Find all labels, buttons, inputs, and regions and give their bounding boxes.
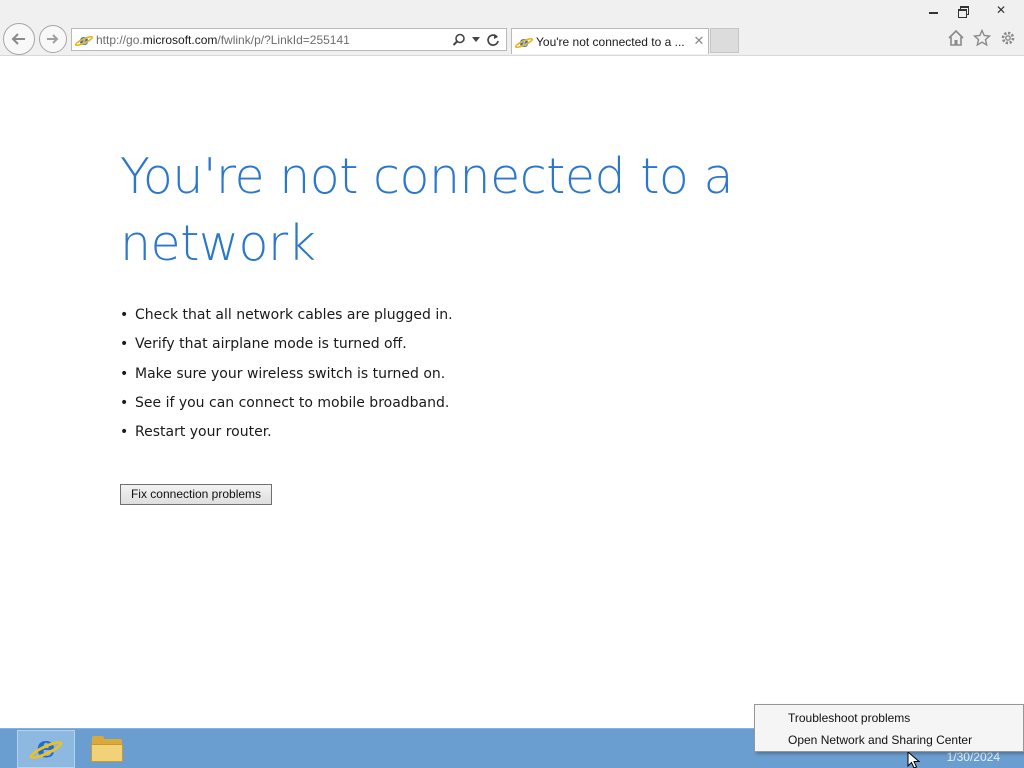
taskbar-file-explorer[interactable]	[90, 733, 124, 765]
tab-ie-favicon-icon: e	[513, 34, 535, 50]
network-context-menu: Troubleshoot problems Open Network and S…	[754, 704, 1024, 752]
list-item: • Restart your router.	[120, 424, 272, 441]
menu-item-troubleshoot[interactable]: Troubleshoot problems	[755, 707, 1023, 729]
new-tab-button[interactable]	[710, 28, 739, 53]
url-text[interactable]: http://go.microsoft.com/fwlink/p/?LinkId…	[96, 33, 452, 47]
menu-item-network-sharing-center[interactable]: Open Network and Sharing Center	[755, 729, 1023, 751]
taskbar-internet-explorer[interactable]: e	[17, 730, 75, 768]
restore-icon	[958, 5, 969, 18]
home-button[interactable]	[946, 27, 966, 49]
address-bar[interactable]: e http://go.microsoft.com/fwlink/p/?Link…	[71, 28, 507, 51]
restore-button[interactable]	[948, 0, 978, 20]
ie-favicon-icon: e	[73, 32, 95, 48]
mouse-cursor-icon	[907, 752, 921, 768]
browser-chrome: ✕ e http://go.microsoft.com/fwlink/p/?Li…	[0, 0, 1024, 56]
tools-button[interactable]	[998, 27, 1018, 49]
search-icon[interactable]	[452, 33, 466, 47]
forward-button[interactable]	[39, 25, 67, 53]
chevron-down-icon[interactable]	[472, 36, 480, 43]
page-title: You're not connected to a network	[120, 148, 734, 272]
list-item: • Make sure your wireless switch is turne…	[120, 365, 446, 382]
back-arrow-icon	[11, 33, 25, 45]
clock-date[interactable]: 1/30/2024	[947, 750, 1000, 764]
home-icon	[948, 29, 964, 46]
refresh-icon[interactable]	[486, 33, 500, 47]
forward-arrow-icon	[47, 34, 59, 44]
minimize-button[interactable]	[918, 0, 948, 20]
gear-icon	[1001, 31, 1015, 45]
close-icon: ✕	[995, 3, 1007, 17]
browser-tab[interactable]: e You're not connected to a ... ✕	[511, 28, 709, 54]
internet-explorer-icon: e	[27, 731, 65, 765]
minimize-icon	[928, 12, 938, 14]
tab-title: You're not connected to a ...	[536, 34, 685, 49]
list-item: • Verify that airplane mode is turned off…	[120, 336, 407, 353]
tab-close-icon[interactable]: ✕	[690, 34, 708, 49]
favorites-button[interactable]	[972, 27, 992, 49]
back-button[interactable]	[3, 23, 35, 55]
fix-connection-button[interactable]: Fix connection problems	[120, 484, 272, 505]
tips-list: • Check that all network cables are plugg…	[120, 301, 453, 447]
star-icon	[973, 29, 991, 47]
close-window-button[interactable]: ✕	[978, 0, 1024, 20]
list-item: • See if you can connect to mobile broadb…	[120, 394, 450, 411]
window-controls: ✕	[918, 0, 1024, 22]
toolbar-icons	[946, 27, 1018, 49]
page-content: You're not connected to a network • Check…	[0, 57, 1024, 728]
list-item: • Check that all network cables are plugg…	[120, 307, 453, 323]
